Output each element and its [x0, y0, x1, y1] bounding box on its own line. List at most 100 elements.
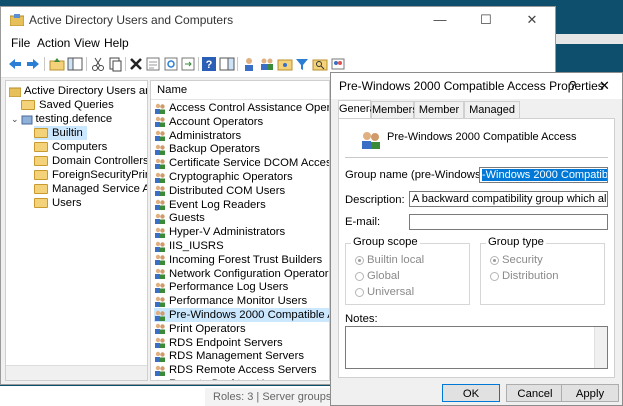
- tree-item-foreign-security-principals[interactable]: ForeignSecurityPrincipal:: [34, 168, 147, 182]
- list-item[interactable]: IIS_IUSRS: [154, 239, 224, 253]
- tree-label: Users: [52, 197, 82, 209]
- forward-arrow-icon[interactable]: [25, 56, 41, 72]
- list-item[interactable]: Distributed COM Users: [154, 184, 285, 198]
- menu-help[interactable]: Help: [104, 36, 129, 50]
- type-security-radio: Security: [490, 254, 543, 266]
- radio-label: Security: [502, 254, 543, 266]
- list-item[interactable]: Backup Operators: [154, 142, 260, 156]
- up-folder-icon[interactable]: [49, 56, 65, 72]
- results-list[interactable]: Name Access Control Assistance Operators…: [150, 80, 330, 381]
- new-ou-icon[interactable]: [277, 56, 293, 72]
- add-to-group-icon[interactable]: [330, 56, 346, 72]
- list-item[interactable]: Administrators: [154, 129, 241, 143]
- cut-icon[interactable]: [90, 56, 106, 72]
- list-item[interactable]: Guests: [154, 211, 205, 225]
- description-field[interactable]: A backward compatibility group which all…: [409, 191, 608, 207]
- back-arrow-icon[interactable]: [7, 56, 23, 72]
- filter-icon[interactable]: [294, 56, 310, 72]
- radio-label: Global: [367, 270, 400, 282]
- menu-file[interactable]: File: [11, 36, 30, 50]
- tree-item-domain-controllers[interactable]: Domain Controllers: [34, 154, 147, 168]
- dialog-title: Pre-Windows 2000 Compatible Access Prope…: [339, 79, 604, 93]
- column-header-name[interactable]: Name: [151, 81, 329, 100]
- list-item[interactable]: RDS Remote Access Servers: [154, 363, 317, 377]
- help-icon[interactable]: ?: [201, 56, 217, 72]
- list-item[interactable]: Hyper-V Administrators: [154, 225, 285, 239]
- list-item[interactable]: RDS Management Servers: [154, 349, 304, 363]
- ok-button[interactable]: OK: [442, 384, 500, 402]
- tree-item-domain[interactable]: ⌄ testing.defence: [11, 112, 112, 126]
- group-icon: [155, 199, 165, 211]
- tree-label: Builtin: [52, 127, 83, 139]
- properties-icon[interactable]: [145, 56, 161, 72]
- list-item[interactable]: Incoming Forest Trust Builders: [154, 253, 322, 267]
- copy-icon[interactable]: [107, 56, 123, 72]
- tab-managed-by[interactable]: Managed By: [464, 101, 520, 133]
- new-user-icon[interactable]: [241, 56, 257, 72]
- chevron-down-icon[interactable]: ⌄: [11, 114, 19, 124]
- notes-scrollbar[interactable]: [594, 327, 607, 368]
- list-item[interactable]: Cryptographic Operators: [154, 170, 293, 184]
- tab-member-of[interactable]: Member Of: [414, 101, 464, 133]
- tree-item-builtin[interactable]: Builtin: [34, 126, 87, 140]
- group-icon: [155, 268, 165, 280]
- group-name-value: -Windows 2000 Compatible Access: [482, 169, 607, 181]
- tree-item-saved-queries[interactable]: Saved Queries: [21, 98, 114, 112]
- console-tree[interactable]: Active Directory Users and Com Saved Que…: [5, 80, 148, 381]
- description-label: Description:: [345, 194, 405, 206]
- apply-button[interactable]: Apply: [561, 384, 619, 402]
- list-item[interactable]: Access Control Assistance Operators: [154, 101, 329, 115]
- new-group-icon[interactable]: [259, 56, 275, 72]
- list-item-label: Network Configuration Operators: [169, 267, 330, 280]
- show-panel-icon[interactable]: [219, 56, 235, 72]
- group-icon: [155, 337, 165, 349]
- dialog-help-button[interactable]: ?: [569, 78, 576, 93]
- list-item[interactable]: Performance Monitor Users: [154, 294, 307, 308]
- menu-action[interactable]: Action: [37, 36, 70, 50]
- list-item[interactable]: Pre-Windows 2000 Compatible Access: [154, 308, 329, 322]
- folder-icon: [34, 184, 48, 195]
- list-item-label: Account Operators: [169, 115, 264, 128]
- tree-label: Saved Queries: [39, 99, 114, 111]
- list-item[interactable]: Network Configuration Operators: [154, 267, 330, 281]
- list-item[interactable]: Remote Desktop Users: [154, 377, 286, 380]
- tab-members[interactable]: Members: [371, 101, 418, 118]
- export-list-icon[interactable]: [180, 56, 196, 72]
- tree-item-managed-service-accounts[interactable]: Managed Service Accour: [34, 182, 147, 196]
- tree-item-users[interactable]: Users: [34, 196, 82, 210]
- cancel-button[interactable]: Cancel: [506, 384, 564, 402]
- folder-icon: [21, 100, 35, 111]
- title-bar[interactable]: Active Directory Users and Computers — ☐…: [1, 7, 555, 33]
- close-button[interactable]: ✕: [509, 7, 555, 33]
- refresh-icon[interactable]: [163, 56, 179, 72]
- tree-horizontal-scrollbar[interactable]: [6, 365, 147, 380]
- list-item[interactable]: Account Operators: [154, 115, 263, 129]
- list-item[interactable]: Event Log Readers: [154, 198, 266, 212]
- tree-label: Active Directory Users and Com: [24, 85, 147, 97]
- email-field[interactable]: [409, 214, 608, 230]
- tab-general[interactable]: General: [338, 100, 378, 119]
- tree-item-root[interactable]: Active Directory Users and Com: [9, 84, 147, 98]
- list-item-label: Cryptographic Operators: [169, 171, 293, 183]
- find-icon[interactable]: [312, 56, 328, 72]
- column-header-label: Name: [157, 84, 188, 96]
- list-item[interactable]: RDS Endpoint Servers: [154, 336, 283, 350]
- menu-view[interactable]: View: [74, 36, 100, 50]
- group-name-field[interactable]: -Windows 2000 Compatible Access: [479, 167, 608, 183]
- toolbar-separator: [86, 57, 87, 71]
- dialog-title-bar[interactable]: Pre-Windows 2000 Compatible Access Prope…: [331, 73, 622, 99]
- list-item-label: Event Log Readers: [169, 198, 266, 211]
- radio-icon: [355, 271, 364, 281]
- delete-icon[interactable]: [128, 56, 144, 72]
- list-item[interactable]: Print Operators: [154, 322, 246, 336]
- folder-icon: [34, 198, 48, 209]
- list-item[interactable]: Certificate Service DCOM Access: [154, 156, 329, 170]
- show-console-tree-icon[interactable]: [67, 56, 83, 72]
- maximize-button[interactable]: ☐: [463, 7, 509, 33]
- list-item[interactable]: Performance Log Users: [154, 280, 288, 294]
- dialog-close-button[interactable]: ✕: [599, 78, 610, 94]
- group-icon: [155, 324, 165, 335]
- tree-item-computers[interactable]: Computers: [34, 140, 107, 154]
- notes-field[interactable]: [345, 326, 608, 369]
- minimize-button[interactable]: —: [417, 7, 463, 33]
